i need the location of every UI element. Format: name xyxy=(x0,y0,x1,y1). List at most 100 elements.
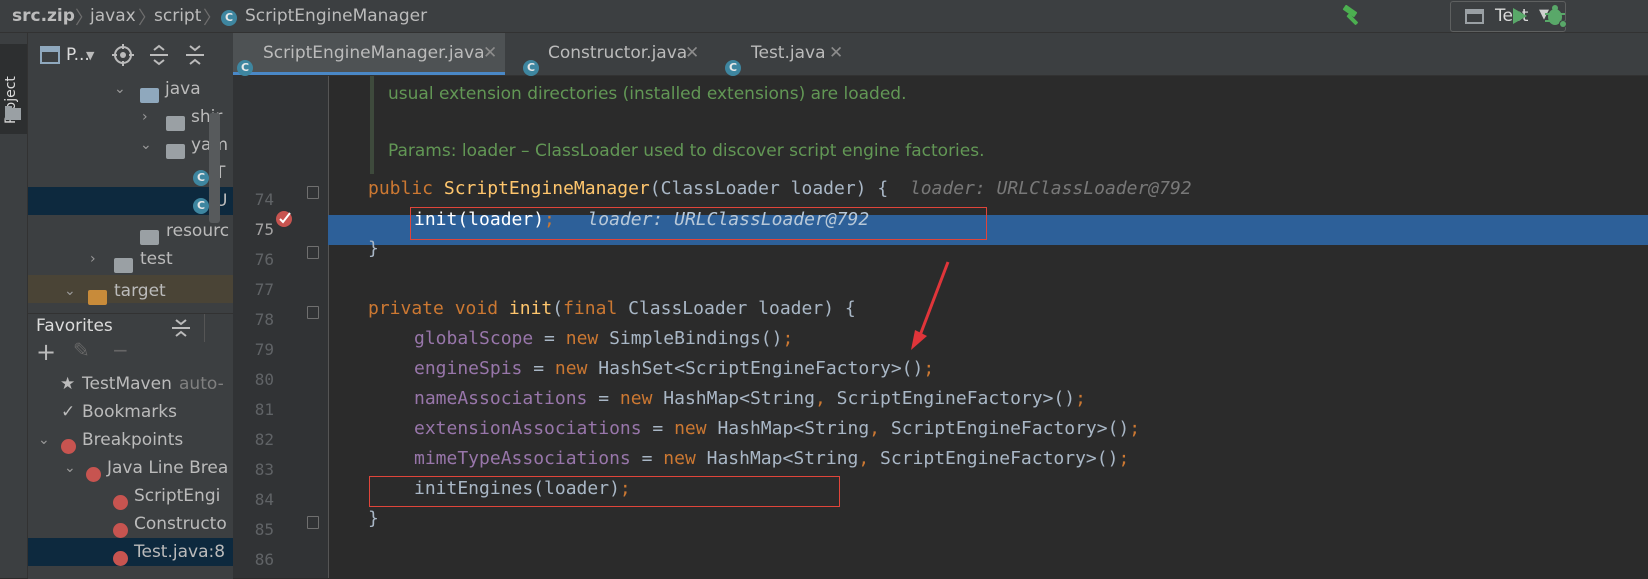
collapse-all-icon[interactable] xyxy=(171,318,191,338)
tab-test[interactable]: C Test.java ✕ xyxy=(713,31,853,76)
favorites-item-breakpoint[interactable]: ScriptEngi xyxy=(28,482,233,510)
code-keyword: new xyxy=(619,388,664,409)
tree-item-package[interactable]: ⌄ yam xyxy=(28,131,233,159)
tree-item-java[interactable]: ⌄ java xyxy=(28,75,233,103)
code-punctuation: , xyxy=(869,418,891,439)
code-line-81[interactable]: nameAssociations = new HashMap<String, S… xyxy=(414,388,1086,409)
chevron-right-icon[interactable]: › xyxy=(142,103,148,131)
breadcrumb-javax[interactable]: javax xyxy=(90,6,136,26)
tree-item-resources[interactable]: resourc xyxy=(28,217,233,245)
tree-item-class-selected[interactable]: C U xyxy=(28,187,233,215)
collapse-all-icon[interactable] xyxy=(184,44,206,66)
chevron-down-icon[interactable]: ⌄ xyxy=(114,75,126,103)
folder-icon xyxy=(5,106,21,120)
code-text: (ClassLoader loader) { xyxy=(649,178,889,199)
tree-item-target[interactable]: ⌄ target xyxy=(28,275,233,305)
close-icon[interactable]: ✕ xyxy=(829,31,843,75)
code-punctuation: ; xyxy=(1118,448,1130,469)
breadcrumb-script[interactable]: script xyxy=(154,6,201,26)
favorites-item-label: TestMaven xyxy=(82,374,172,394)
breakpoint-check-icon[interactable] xyxy=(275,209,295,229)
code-text: = xyxy=(630,448,664,469)
expand-all-icon[interactable] xyxy=(148,44,170,66)
navigation-bar: src.zip 〉 javax 〉 script 〉 C ScriptEngin… xyxy=(0,0,1648,33)
fold-marker-icon[interactable] xyxy=(307,246,319,259)
fold-marker-icon[interactable] xyxy=(307,306,319,319)
favorites-item-label: ScriptEngi xyxy=(134,486,221,506)
code-line-74[interactable]: public ScriptEngineManager(ClassLoader l… xyxy=(368,178,1192,199)
code-line-82[interactable]: extensionAssociations = new HashMap<Stri… xyxy=(414,418,1140,439)
breadcrumb-scriptenginemanager[interactable]: ScriptEngineManager xyxy=(245,6,427,26)
code-text: ScriptEngineFactory>() xyxy=(890,418,1130,439)
favorites-item-testmaven[interactable]: ★ TestMaven auto- xyxy=(28,370,233,398)
tree-item-class[interactable]: C T xyxy=(28,159,233,187)
favorites-item-breakpoints[interactable]: ⌄ Breakpoints xyxy=(28,426,233,454)
code-text: HashMap<String xyxy=(717,418,870,439)
code-text: ( xyxy=(552,298,564,319)
breadcrumb-src-zip[interactable]: src.zip xyxy=(12,6,75,26)
code-keyword: new xyxy=(565,328,610,349)
line-number: 78 xyxy=(254,310,274,329)
code-field: nameAssociations xyxy=(414,388,588,409)
verified-breakpoint-icon xyxy=(113,544,128,572)
code-text: ScriptEngineFactory>() xyxy=(880,448,1119,469)
code-punctuation: , xyxy=(814,388,837,409)
tab-label: Constructor.java xyxy=(548,43,688,63)
code-text: HashMap<String xyxy=(663,388,815,409)
tab-constructor[interactable]: C Constructor.java ✕ xyxy=(509,31,709,76)
chevron-down-icon[interactable]: ⌄ xyxy=(64,454,76,482)
favorites-item-bookmarks[interactable]: ✓ Bookmarks xyxy=(28,398,233,426)
tab-scriptenginemanager[interactable]: C ScriptEngineManager.java ✕ xyxy=(233,31,505,76)
code-text: } xyxy=(368,238,379,259)
annotation-arrow-icon xyxy=(911,261,950,350)
code-text: ScriptEngineFactory>() xyxy=(836,388,1076,409)
code-text: = xyxy=(522,358,555,379)
code-text: = xyxy=(533,328,566,349)
code-line-78[interactable]: private void init(final ClassLoader load… xyxy=(368,298,856,319)
scrollbar-thumb[interactable] xyxy=(209,113,220,223)
project-tool-tab[interactable]: Project xyxy=(0,44,27,134)
tree-item-package[interactable]: › shir xyxy=(28,103,233,131)
gutter-separator xyxy=(328,76,329,578)
code-line-80[interactable]: engineSpis = new HashSet<ScriptEngineFac… xyxy=(414,358,934,379)
locate-target-icon[interactable] xyxy=(112,44,134,66)
code-punctuation: ; xyxy=(923,358,935,379)
debug-bug-icon[interactable] xyxy=(1544,4,1568,28)
code-line-83[interactable]: mimeTypeAssociations = new HashMap<Strin… xyxy=(414,448,1129,469)
breadcrumb-separator: 〉 xyxy=(203,8,221,29)
project-panel: P... ▼ ⌄ java › shir ⌄ y xyxy=(28,33,233,313)
code-line-76[interactable]: } xyxy=(368,238,379,259)
folder-icon xyxy=(88,283,107,311)
close-icon[interactable]: ✕ xyxy=(685,31,699,75)
chevron-down-icon[interactable]: ⌄ xyxy=(38,426,50,454)
tree-item-label: test xyxy=(140,249,173,269)
chevron-down-icon[interactable]: ⌄ xyxy=(140,131,152,159)
favorites-item-breakpoint-selected[interactable]: Test.java:8 xyxy=(28,538,233,566)
code-field: extensionAssociations xyxy=(414,418,642,439)
add-icon[interactable]: + xyxy=(36,338,56,366)
code-line-85[interactable]: } xyxy=(368,508,379,529)
fold-marker-icon[interactable] xyxy=(307,186,319,199)
code-keyword: public xyxy=(368,178,444,199)
close-icon[interactable]: ✕ xyxy=(483,31,497,75)
favorites-item-java-line-breakpoints[interactable]: ⌄ Java Line Brea xyxy=(28,454,233,482)
run-icon[interactable] xyxy=(1509,6,1529,26)
favorites-item-breakpoint[interactable]: Constructo xyxy=(28,510,233,538)
code-line-79[interactable]: globalScope = new SimpleBindings(); xyxy=(414,328,793,349)
code-keyword: final xyxy=(563,298,629,319)
chevron-right-icon[interactable]: › xyxy=(90,245,96,273)
doc-comment-bar xyxy=(370,76,374,174)
line-number: 76 xyxy=(254,250,274,269)
chevron-down-icon[interactable]: ▼ xyxy=(86,49,94,62)
favorites-item-label: Constructo xyxy=(134,514,227,534)
chevron-down-icon[interactable]: ⌄ xyxy=(64,277,76,305)
favorites-item-label: Bookmarks xyxy=(82,402,177,422)
tab-label: Test.java xyxy=(751,43,826,63)
tab-label: ScriptEngineManager.java xyxy=(263,43,485,63)
code-field: globalScope xyxy=(414,328,534,349)
build-hammer-icon[interactable] xyxy=(1340,5,1366,27)
tree-item-test[interactable]: › test xyxy=(28,245,233,273)
fold-marker-icon[interactable] xyxy=(307,516,319,529)
star-icon: ★ xyxy=(60,374,76,394)
code-method-name: ScriptEngineManager xyxy=(443,178,650,199)
